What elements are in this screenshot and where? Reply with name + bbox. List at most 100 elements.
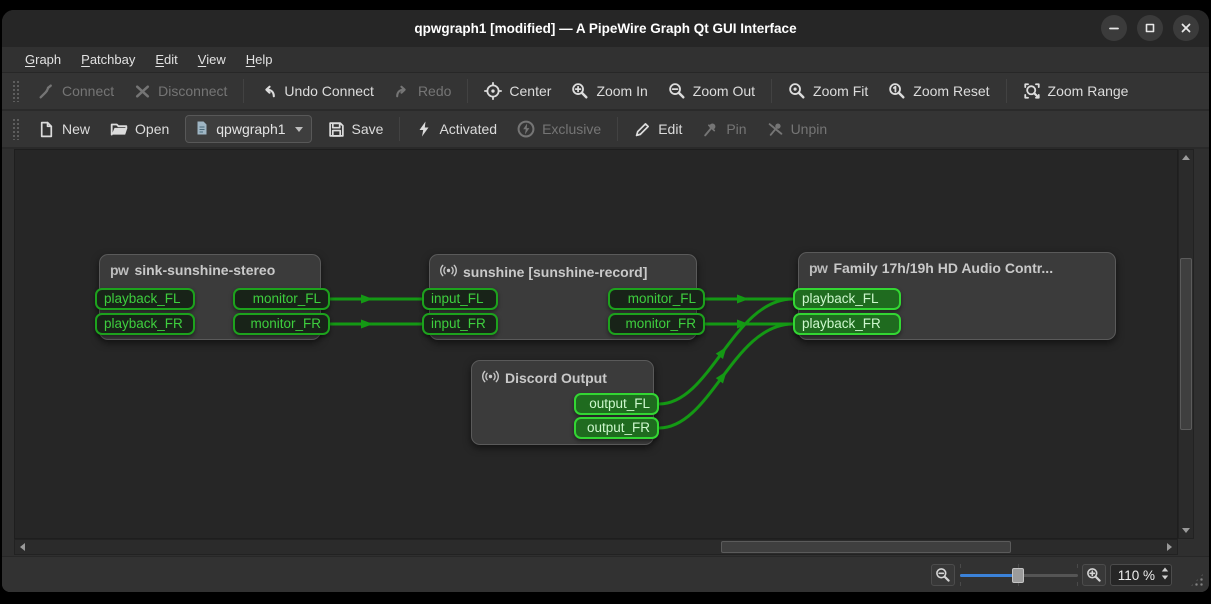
toolbar-separator (771, 79, 772, 103)
port-playback-fl[interactable]: playback_FL (793, 288, 901, 310)
toolbar-drag-handle[interactable] (12, 80, 20, 102)
resize-grip[interactable] (1189, 572, 1205, 588)
vertical-scrollbar[interactable] (1178, 149, 1194, 539)
spin-down-icon (1162, 576, 1168, 580)
zoom-in-icon (571, 82, 589, 100)
pin-button[interactable]: Pin (692, 115, 756, 143)
port-monitor-fr[interactable]: monitor_FR (233, 313, 330, 335)
horizontal-scrollbar[interactable] (14, 539, 1178, 555)
menu-view[interactable]: View (189, 49, 235, 70)
connections-layer (15, 150, 1178, 539)
port-playback-fr[interactable]: playback_FR (793, 313, 901, 335)
exclusive-button[interactable]: Exclusive (507, 115, 611, 143)
zoom-in-button[interactable]: Zoom In (561, 77, 657, 105)
chevron-down-icon (295, 127, 303, 132)
zoom-out-icon (668, 82, 686, 100)
slider-handle[interactable] (1012, 568, 1024, 583)
activated-button[interactable]: Activated (406, 115, 507, 143)
scroll-down-button[interactable] (1179, 523, 1193, 538)
spin-up-icon (1162, 568, 1168, 572)
edge-arrow-icon (361, 295, 373, 304)
new-file-icon (38, 121, 55, 138)
minimize-button[interactable] (1101, 15, 1127, 41)
stream-icon (482, 368, 499, 388)
pin-icon (702, 121, 719, 138)
zoom-out-button[interactable]: Zoom Out (658, 77, 765, 105)
edit-button[interactable]: Edit (624, 115, 692, 143)
undo-connect-button[interactable]: Undo Connect (250, 77, 384, 105)
node-title: Discord Output (505, 370, 607, 386)
port-output-fl[interactable]: output_FL (574, 393, 659, 415)
disconnect-button[interactable]: Disconnect (124, 77, 237, 105)
toolbar-drag-handle[interactable] (12, 118, 20, 140)
toolbar-separator (1006, 79, 1007, 103)
connect-button[interactable]: Connect (28, 77, 124, 105)
undo-icon (260, 83, 277, 100)
redo-button[interactable]: Redo (384, 77, 461, 105)
open-button[interactable]: Open (100, 115, 179, 143)
port-monitor-fr[interactable]: monitor_FR (608, 313, 705, 335)
toolbar-main: Connect Disconnect Undo Connect Redo Cen… (2, 73, 1209, 111)
close-button[interactable] (1173, 15, 1199, 41)
arrow-up-icon (1182, 155, 1190, 160)
port-monitor-fl[interactable]: monitor_FL (233, 288, 330, 310)
statusbar-zoom-in-button[interactable] (1082, 564, 1106, 586)
spinbox-arrows[interactable] (1161, 567, 1169, 580)
node-title: sink-sunshine-stereo (134, 262, 275, 278)
unpin-button[interactable]: Unpin (757, 115, 838, 143)
toolbar-separator (243, 79, 244, 103)
edge-arrow-icon (737, 295, 749, 304)
connect-icon (38, 83, 55, 100)
slider-fill (960, 574, 1018, 577)
zoom-range-button[interactable]: Zoom Range (1013, 77, 1139, 105)
edge-arrow-icon (361, 320, 373, 329)
port-input-fr[interactable]: input_FR (422, 313, 498, 335)
zoom-reset-button[interactable]: Zoom Reset (878, 77, 999, 105)
arrow-left-icon (20, 543, 25, 551)
node-title: sunshine [sunshine-record] (463, 264, 647, 280)
open-folder-icon (110, 120, 128, 138)
center-button[interactable]: Center (474, 77, 561, 105)
slider-tick (960, 564, 961, 568)
port-playback-fr[interactable]: playback_FR (95, 313, 195, 335)
menu-edit[interactable]: Edit (146, 49, 186, 70)
menu-graph[interactable]: Graph (16, 49, 70, 70)
maximize-button[interactable] (1137, 15, 1163, 41)
zoom-slider[interactable] (960, 564, 1078, 586)
statusbar: 110 % (2, 556, 1209, 592)
toolbar-separator (617, 117, 618, 141)
horizontal-scroll-thumb[interactable] (721, 541, 1011, 553)
slider-tick (1077, 582, 1078, 586)
zoom-spinbox[interactable]: 110 % (1110, 564, 1172, 586)
graph-canvas[interactable]: pw sink-sunshine-stereo sunshine [sunshin… (14, 149, 1178, 539)
arrow-down-icon (1182, 528, 1190, 533)
pipewire-icon: pw (809, 261, 827, 275)
statusbar-zoom-out-button[interactable] (931, 564, 955, 586)
zoom-fit-button[interactable]: Zoom Fit (778, 77, 878, 105)
menu-patchbay[interactable]: Patchbay (72, 49, 144, 70)
zoom-reset-icon (888, 82, 906, 100)
disconnect-icon (134, 83, 151, 100)
patchbay-file-icon (194, 120, 210, 139)
window-title: qpwgraph1 [modified] — A PipeWire Graph … (414, 21, 796, 36)
port-input-fl[interactable]: input_FL (422, 288, 498, 310)
patchbay-select[interactable]: qpwgraph1 (185, 115, 311, 143)
toolbar-separator (467, 79, 468, 103)
new-button[interactable]: New (28, 115, 100, 143)
menu-help[interactable]: Help (237, 49, 282, 70)
zoom-value: 110 % (1118, 568, 1155, 583)
pipewire-icon: pw (110, 263, 128, 277)
vertical-scroll-thumb[interactable] (1180, 258, 1192, 430)
app-window: qpwgraph1 [modified] — A PipeWire Graph … (2, 10, 1209, 592)
edit-pencil-icon (634, 121, 651, 138)
port-monitor-fl[interactable]: monitor_FL (608, 288, 705, 310)
save-button[interactable]: Save (318, 115, 394, 143)
unpin-icon (767, 121, 784, 138)
slider-tick (1077, 564, 1078, 568)
zoom-fit-icon (788, 82, 806, 100)
scroll-right-button[interactable] (1162, 540, 1177, 554)
port-playback-fl[interactable]: playback_FL (95, 288, 195, 310)
scroll-left-button[interactable] (15, 540, 30, 554)
port-output-fr[interactable]: output_FR (574, 417, 659, 439)
scroll-up-button[interactable] (1179, 150, 1193, 165)
